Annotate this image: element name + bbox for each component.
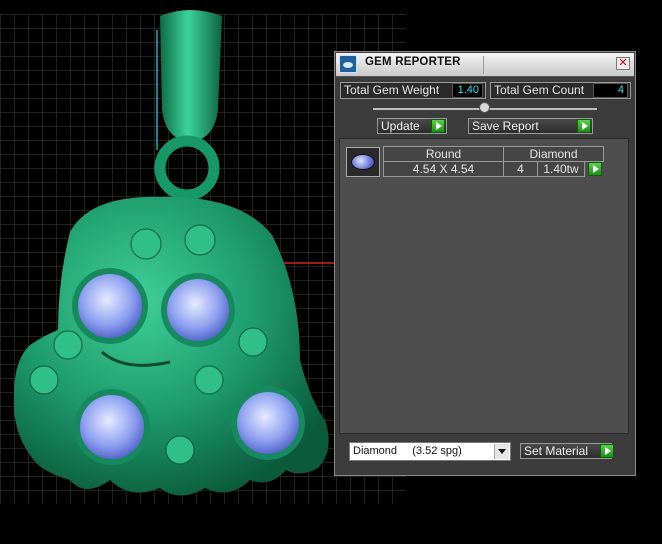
gem-reporter-app-icon	[339, 55, 357, 73]
flower-ornament	[184, 224, 216, 256]
title-bar[interactable]: GEM REPORTER ✕	[336, 53, 634, 77]
gem-count-cell: 4	[503, 161, 538, 177]
gem-row-go-icon[interactable]	[588, 162, 602, 176]
set-material-button-label: Set Material	[524, 444, 589, 458]
gem-stone-1	[78, 274, 142, 338]
gem-material-cell: Diamond	[503, 146, 604, 162]
close-button[interactable]: ✕	[616, 57, 630, 70]
round-gem-icon	[346, 147, 380, 177]
title-separator	[483, 56, 484, 74]
flower-ornament	[238, 327, 268, 357]
set-material-button[interactable]: Set Material	[520, 443, 612, 459]
chevron-down-icon[interactable]	[494, 444, 509, 459]
flower-ornament	[165, 435, 195, 465]
gem-shape-cell: Round	[383, 146, 504, 162]
gem-stone-3	[80, 395, 144, 459]
material-select-value: Diamond (3.52 spg)	[353, 445, 462, 457]
total-gem-count-value: 4	[593, 83, 628, 98]
window-title: GEM REPORTER	[365, 56, 461, 68]
material-select[interactable]: Diamond (3.52 spg)	[349, 442, 511, 461]
total-gem-count-label: Total Gem Count	[494, 83, 585, 97]
pendant-bail	[160, 10, 222, 142]
gem-list[interactable]: Round Diamond 4.54 X 4.54 4 1.40tw	[339, 138, 629, 434]
total-gem-weight-label: Total Gem Weight	[344, 83, 440, 97]
flower-ornament	[130, 228, 162, 260]
gem-reporter-panel: GEM REPORTER ✕ Total Gem Weight 1.40 Tot…	[334, 51, 636, 476]
flower-ornament	[29, 365, 59, 395]
gem-size-cell: 4.54 X 4.54	[383, 161, 504, 177]
slider-knob[interactable]	[479, 102, 490, 113]
gem-stone-4	[237, 392, 299, 454]
update-go-icon[interactable]	[431, 119, 445, 133]
gem-stone-2	[167, 279, 229, 341]
save-report-go-icon[interactable]	[577, 119, 591, 133]
update-button-label: Update	[381, 119, 420, 133]
gem-weight-cell: 1.40tw	[537, 161, 585, 177]
flower-ornament	[53, 330, 83, 360]
close-icon: ✕	[618, 57, 628, 69]
total-gem-weight-value: 1.40	[452, 83, 483, 98]
save-report-button[interactable]: Save Report	[468, 118, 593, 134]
flower-ornament	[194, 365, 224, 395]
save-report-button-label: Save Report	[472, 119, 539, 133]
set-material-go-icon[interactable]	[600, 444, 614, 458]
